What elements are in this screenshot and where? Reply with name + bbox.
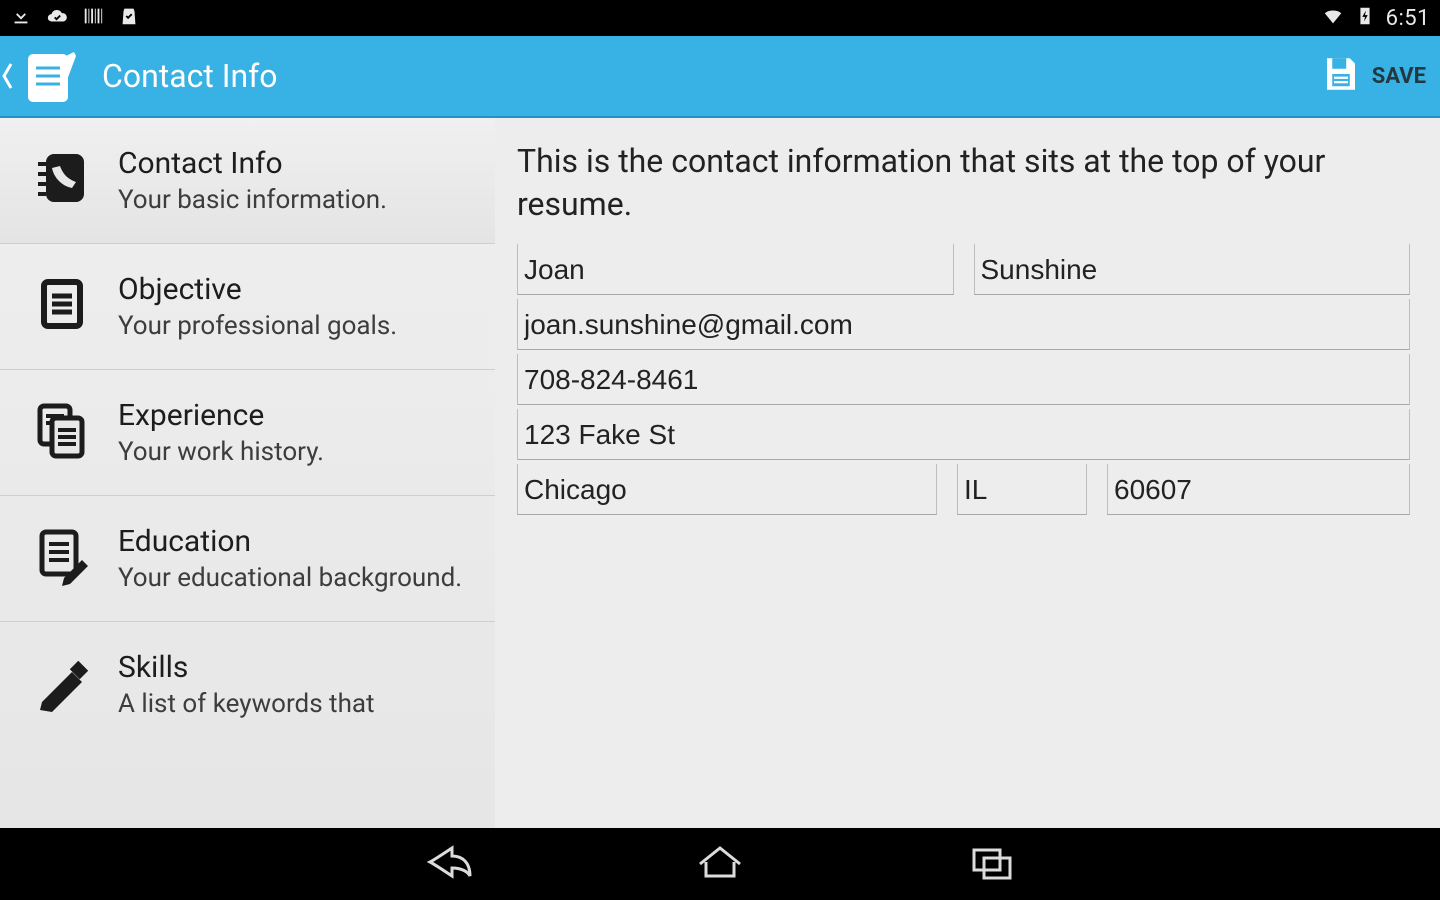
- sidebar-item-label: Contact Info: [118, 146, 387, 181]
- barcode-icon: [82, 5, 104, 31]
- save-label: SAVE: [1372, 64, 1426, 89]
- sidebar-item-experience[interactable]: Experience Your work history.: [0, 370, 495, 496]
- nav-back-button[interactable]: [422, 842, 474, 886]
- main-area: Contact Info Your basic information. Obj…: [0, 118, 1440, 828]
- cloud-check-icon: [46, 5, 68, 31]
- first-name-input[interactable]: [517, 244, 954, 295]
- pencil-icon: [30, 650, 94, 714]
- state-input[interactable]: [957, 464, 1087, 515]
- battery-charging-icon: [1354, 5, 1376, 31]
- document-lines-icon: [30, 272, 94, 336]
- sidebar-item-contact-info[interactable]: Contact Info Your basic information.: [0, 118, 495, 244]
- content-pane: This is the contact information that sit…: [495, 118, 1440, 828]
- document-pencil-icon: [30, 524, 94, 588]
- sidebar-item-label: Skills: [118, 650, 375, 685]
- android-nav-bar: [0, 828, 1440, 900]
- download-icon: [10, 5, 32, 31]
- email-input[interactable]: [517, 299, 1410, 350]
- section-description: This is the contact information that sit…: [517, 140, 1410, 226]
- sidebar-item-education[interactable]: Education Your educational background.: [0, 496, 495, 622]
- save-button[interactable]: SAVE: [1320, 53, 1426, 99]
- sidebar-item-label: Objective: [118, 272, 397, 307]
- sidebar-item-label: Experience: [118, 398, 324, 433]
- sidebar-item-label: Education: [118, 524, 462, 559]
- phone-input[interactable]: [517, 354, 1410, 405]
- appbar-title: Contact Info: [102, 57, 278, 95]
- status-clock: 6:51: [1386, 6, 1430, 31]
- sidebar-item-subtitle: A list of keywords that: [118, 689, 375, 719]
- documents-stack-icon: [30, 398, 94, 462]
- sidebar-item-subtitle: Your basic information.: [118, 185, 387, 215]
- zip-input[interactable]: [1107, 464, 1410, 515]
- android-status-bar: 6:51: [0, 0, 1440, 36]
- section-sidebar: Contact Info Your basic information. Obj…: [0, 118, 495, 828]
- sidebar-item-subtitle: Your work history.: [118, 437, 324, 467]
- sidebar-item-skills[interactable]: Skills A list of keywords that: [0, 622, 495, 747]
- back-button[interactable]: [0, 56, 14, 96]
- shopping-bag-check-icon: [118, 5, 140, 31]
- save-icon: [1320, 53, 1362, 99]
- app-icon[interactable]: [20, 44, 84, 108]
- last-name-input[interactable]: [974, 244, 1411, 295]
- nav-home-button[interactable]: [694, 842, 746, 886]
- address-input[interactable]: [517, 409, 1410, 460]
- wifi-icon: [1322, 5, 1344, 31]
- sidebar-item-subtitle: Your professional goals.: [118, 311, 397, 341]
- city-input[interactable]: [517, 464, 937, 515]
- sidebar-item-objective[interactable]: Objective Your professional goals.: [0, 244, 495, 370]
- nav-recents-button[interactable]: [966, 842, 1018, 886]
- sidebar-item-subtitle: Your educational background.: [118, 563, 462, 593]
- contact-book-icon: [30, 146, 94, 210]
- app-action-bar: Contact Info SAVE: [0, 36, 1440, 118]
